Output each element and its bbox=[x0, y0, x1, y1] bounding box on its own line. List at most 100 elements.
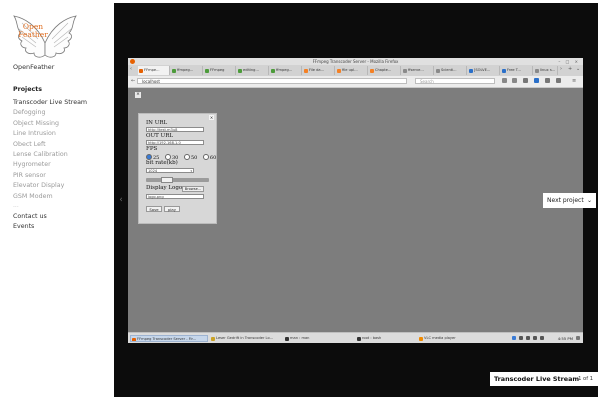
browser-tab: linux s... bbox=[534, 66, 558, 75]
app-icon bbox=[211, 336, 215, 341]
tab-label: ffmpeg... bbox=[276, 68, 293, 72]
tab-favicon-icon bbox=[238, 68, 242, 73]
tab-favicon-icon bbox=[469, 68, 473, 73]
nav-item-gsm-modem[interactable]: GSM Modem bbox=[13, 192, 87, 202]
tray-icon bbox=[526, 336, 530, 340]
vlc-icon bbox=[419, 336, 423, 341]
nav-item-lense-calibration[interactable]: Lense Calibration bbox=[13, 150, 87, 160]
browse-button: Browse... bbox=[182, 186, 204, 192]
bitrate-value: 1024 bbox=[148, 169, 158, 173]
close-icon: × bbox=[135, 92, 141, 98]
browser-tab: file upl... bbox=[336, 66, 368, 75]
next-project-button[interactable]: Next project ⌄ bbox=[543, 193, 596, 208]
terminal-icon bbox=[357, 336, 361, 341]
os-taskbar: FFmpeg Transcoder Server - Fir... Leser … bbox=[128, 332, 583, 343]
site-name[interactable]: OpenFeather bbox=[13, 63, 54, 71]
download-icon bbox=[534, 77, 539, 83]
page-content: × × IN URL http://test.m3u8 OUT URL http… bbox=[128, 88, 583, 332]
star-icon bbox=[502, 77, 507, 83]
library-icon bbox=[512, 77, 517, 83]
search-bar: Search bbox=[415, 78, 495, 84]
taskbar-label: Leser Gedrift in Transcoder Lo... bbox=[216, 336, 274, 340]
nav-item-line-intrusion[interactable]: Line Intrusion bbox=[13, 129, 87, 139]
slider-handle bbox=[161, 177, 173, 183]
tab-label: ffserve... bbox=[408, 68, 424, 72]
tab-label: File da... bbox=[309, 68, 325, 72]
save-button: Save bbox=[146, 206, 162, 212]
taskbar-label: man : man bbox=[290, 336, 310, 340]
power-icon bbox=[576, 336, 580, 340]
browser-tab: FFmpeg bbox=[204, 66, 236, 75]
browser-tab: editing... bbox=[237, 66, 269, 75]
browser-tab: Chapte... bbox=[369, 66, 401, 75]
taskbar-item: root : bash bbox=[356, 335, 416, 342]
url-bar: localhost bbox=[137, 78, 407, 84]
taskbar-label: root : bash bbox=[362, 336, 382, 340]
terminal-icon bbox=[285, 336, 289, 341]
tab-favicon-icon bbox=[337, 68, 341, 73]
tab-favicon-icon bbox=[502, 68, 506, 73]
nav-heading[interactable]: Projects bbox=[13, 85, 87, 94]
nav-ellipsis: ... bbox=[13, 201, 19, 209]
sidebar: Open Feather OpenFeather Projects Transc… bbox=[0, 0, 113, 400]
browser-tab: ffmpeg... bbox=[270, 66, 302, 75]
pocket-icon bbox=[523, 77, 528, 83]
nav-item-pir-sensor[interactable]: PIR sensor bbox=[13, 171, 87, 181]
nav-item-events[interactable]: Events bbox=[13, 222, 87, 232]
nav-item-contact-us[interactable]: Contact us bbox=[13, 212, 87, 222]
nav-item-transcoder-live-stream[interactable]: Transcoder Live Stream bbox=[13, 98, 87, 108]
tab-label: file upl... bbox=[342, 68, 358, 72]
tab-scroll-right-icon: › bbox=[560, 66, 562, 72]
tab-favicon-icon bbox=[172, 68, 176, 73]
tab-favicon-icon bbox=[370, 68, 374, 73]
search-placeholder: Search bbox=[420, 79, 434, 84]
nav-item-obect-left[interactable]: Obect Left bbox=[13, 140, 87, 150]
logo-file-field: logo.png bbox=[146, 194, 204, 199]
tab-favicon-icon bbox=[436, 68, 440, 73]
tray-icon bbox=[519, 336, 523, 340]
chevron-left-icon[interactable]: ‹ bbox=[114, 193, 128, 207]
tab-favicon-icon bbox=[403, 68, 407, 73]
nav-item-object-missing[interactable]: Object Missing bbox=[13, 119, 87, 129]
taskbar-label: FFmpeg Transcoder Server - Fir... bbox=[137, 337, 197, 341]
out-url-field: http://192.168.1.0 bbox=[146, 140, 204, 145]
tab-favicon-icon bbox=[139, 68, 143, 73]
tab-favicon-icon bbox=[535, 68, 539, 73]
display-logo-label: Display Logo bbox=[146, 185, 183, 191]
taskbar-item: FFmpeg Transcoder Server - Fir... bbox=[130, 335, 208, 342]
window-controls-icon: – □ × bbox=[558, 59, 580, 64]
taskbar-label: VLC media player bbox=[424, 336, 456, 340]
tab-label: Scienti... bbox=[441, 68, 457, 72]
home-icon bbox=[545, 77, 550, 83]
tab-list-icon: ⌄ bbox=[576, 66, 581, 72]
in-url-field: http://test.m3u8 bbox=[146, 127, 204, 132]
browser-tab: Scienti... bbox=[435, 66, 467, 75]
fps-option-label: 50 bbox=[190, 154, 198, 161]
taskbar-item: Leser Gedrift in Transcoder Lo... bbox=[210, 335, 282, 342]
play-button: play bbox=[164, 206, 180, 212]
bitrate-label: bit rate(kb) bbox=[146, 160, 178, 166]
project-nav: Projects Transcoder Live Stream Defoggin… bbox=[13, 85, 87, 233]
extension-icon bbox=[556, 77, 561, 83]
tab-label: FFmpe... bbox=[144, 68, 160, 72]
browser-tabstrip: FFmpe... ffmpeg... FFmpeg editing... ffm… bbox=[128, 65, 583, 76]
caption-count: 1 of 1 bbox=[578, 376, 593, 382]
firefox-icon bbox=[132, 337, 136, 341]
tab-favicon-icon bbox=[271, 68, 275, 73]
browser-tab: FFmpe... bbox=[138, 66, 170, 75]
browser-tab: [SOLVE... bbox=[468, 66, 500, 75]
transcoder-panel: × IN URL http://test.m3u8 OUT URL http:/… bbox=[138, 113, 217, 224]
fps-radio-50 bbox=[183, 154, 190, 160]
lightbox-caption: Transcoder Live Stream 1 of 1 bbox=[490, 372, 598, 386]
nav-item-hygrometer[interactable]: Hygrometer bbox=[13, 160, 87, 170]
tab-favicon-icon bbox=[304, 68, 308, 73]
tab-label: Free T... bbox=[507, 68, 521, 72]
new-tab-icon: + bbox=[568, 66, 573, 72]
battery-tray-icon bbox=[540, 336, 544, 340]
nav-item-elevator-display[interactable]: Elevator Display bbox=[13, 181, 87, 191]
panel-close-icon: × bbox=[209, 115, 214, 120]
volume-tray-icon bbox=[533, 336, 537, 340]
out-url-label: OUT URL bbox=[146, 133, 173, 139]
tab-label: ffmpeg... bbox=[177, 68, 194, 72]
nav-item-defogging[interactable]: Defogging bbox=[13, 108, 87, 118]
